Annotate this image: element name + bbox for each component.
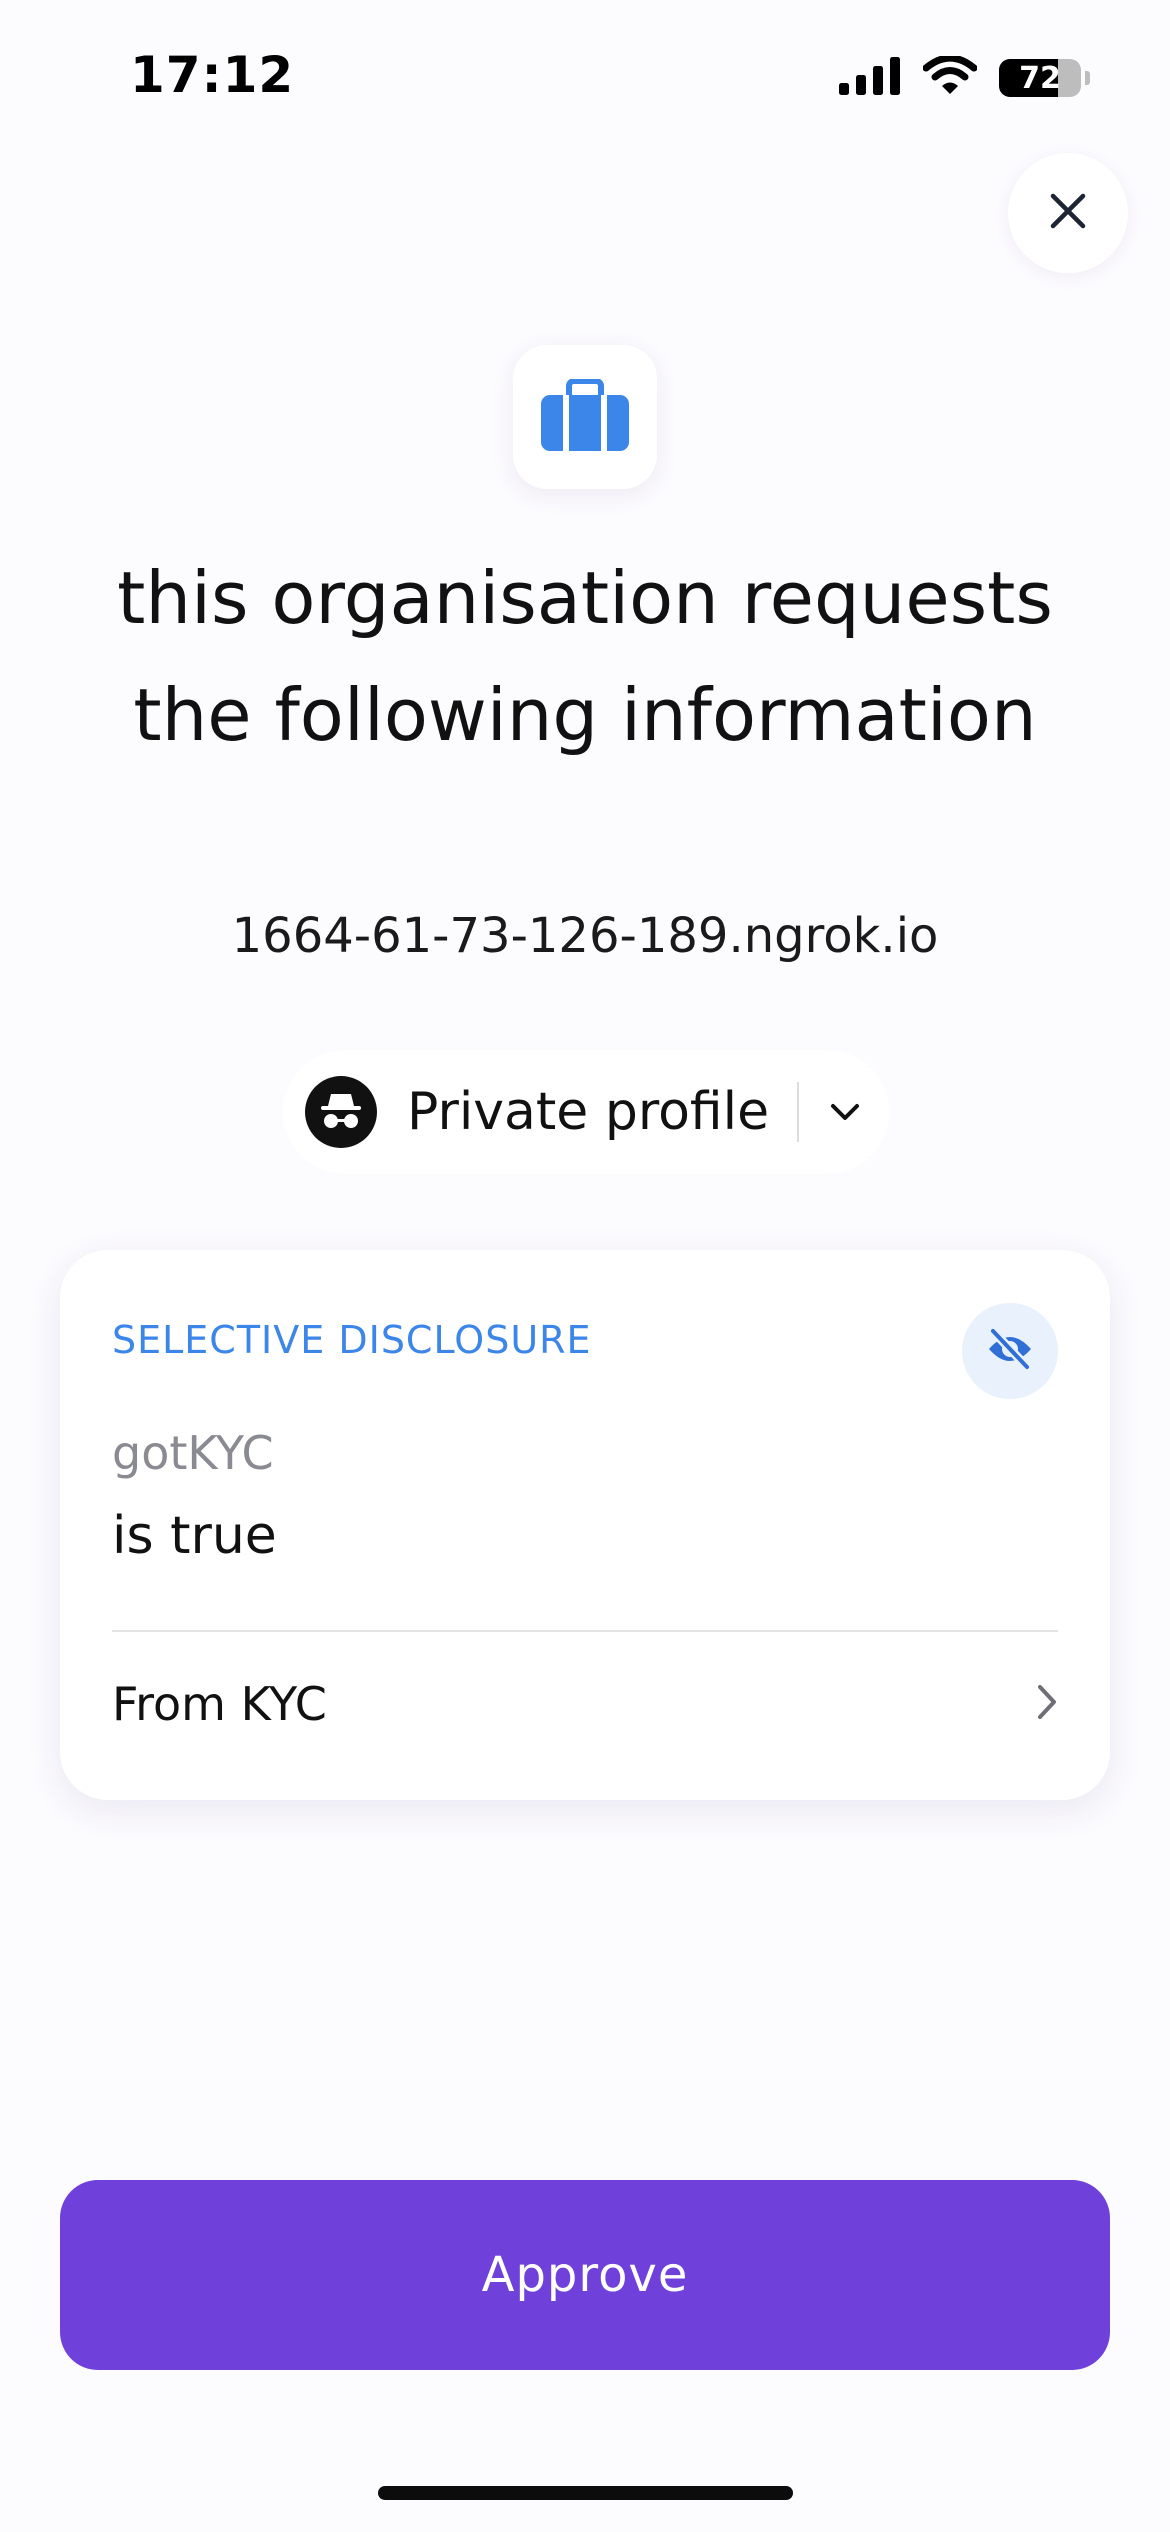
profile-name: Private profile — [407, 1082, 770, 1142]
profile-selector[interactable]: Private profile — [283, 1050, 889, 1174]
credential-source: From KYC — [112, 1677, 327, 1731]
close-button[interactable] — [1008, 153, 1128, 273]
battery-percent: 72 — [1019, 60, 1061, 96]
claim-value: is true — [112, 1506, 277, 1566]
eye-off-icon — [986, 1326, 1034, 1375]
credential-source-row[interactable]: From KYC — [60, 1634, 1110, 1774]
briefcase-icon — [541, 378, 629, 455]
chevron-down-icon[interactable] — [829, 1102, 861, 1122]
toggle-visibility-button[interactable] — [962, 1303, 1058, 1399]
approve-button[interactable]: Approve — [60, 2180, 1110, 2370]
incognito-icon — [305, 1076, 377, 1148]
wifi-icon — [922, 54, 978, 100]
battery-cap — [1085, 71, 1090, 85]
selective-disclosure-card: SELECTIVE DISCLOSURE gotKYC is true From… — [60, 1250, 1110, 1800]
card-label: SELECTIVE DISCLOSURE — [112, 1318, 592, 1362]
close-icon — [1048, 191, 1088, 235]
page-title: this organisation requests the following… — [117, 556, 1053, 757]
claim-name: gotKYC — [112, 1426, 274, 1480]
organisation-icon-tile — [513, 345, 657, 489]
home-indicator — [378, 2486, 793, 2500]
cellular-signal-icon — [839, 57, 901, 99]
card-divider — [112, 1630, 1058, 1632]
status-time: 17:12 — [130, 46, 295, 104]
profile-divider — [797, 1082, 800, 1142]
battery-indicator: 72 — [999, 59, 1081, 97]
chevron-right-icon — [1036, 1683, 1058, 1725]
status-icons: 72 — [839, 54, 1090, 100]
requester-domain: 1664-61-73-126-189.ngrok.io — [231, 908, 939, 964]
